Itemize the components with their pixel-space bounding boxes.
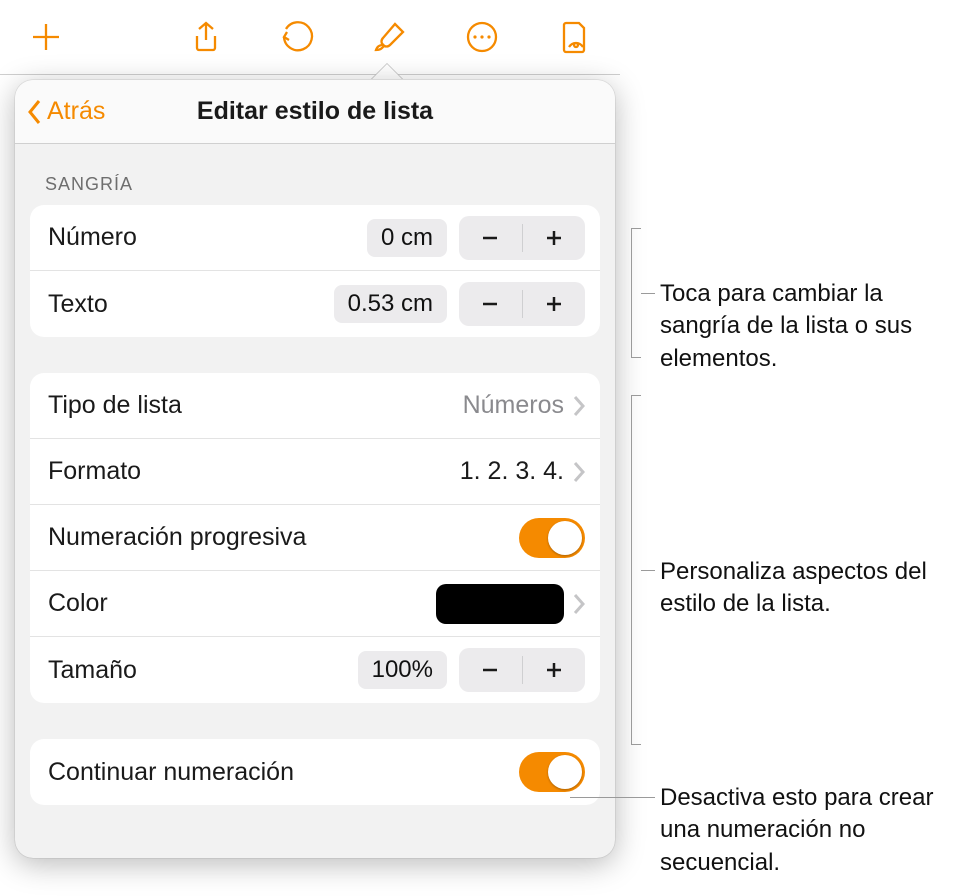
chevron-left-icon (25, 97, 45, 127)
row-continue: Continuar numeración (30, 739, 600, 805)
indent-card: Número 0 cm Texto 0.53 cm (30, 205, 600, 337)
color-swatch (436, 584, 564, 624)
add-button[interactable] (0, 0, 92, 74)
row-text-indent: Texto 0.53 cm (30, 271, 600, 337)
paintbrush-icon (373, 20, 407, 54)
progressive-label: Numeración progresiva (48, 523, 306, 552)
style-card: Tipo de lista Números Formato 1. 2. 3. 4… (30, 373, 600, 703)
text-indent-value[interactable]: 0.53 cm (334, 285, 447, 323)
callout-indent: Toca para cambiar la sangría de la lista… (660, 278, 950, 375)
number-indent-stepper (459, 216, 585, 260)
popover-header: Atrás Editar estilo de lista (15, 80, 615, 144)
back-label: Atrás (47, 97, 105, 126)
size-decrement[interactable] (459, 648, 522, 692)
text-indent-increment[interactable] (523, 282, 586, 326)
format-label: Formato (48, 457, 141, 486)
popover-pointer (371, 64, 403, 80)
row-number-indent: Número 0 cm (30, 205, 600, 271)
format-popover: Atrás Editar estilo de lista SANGRÍA Núm… (15, 80, 615, 858)
bracket-style-tail (641, 570, 655, 571)
text-indent-decrement[interactable] (459, 282, 522, 326)
bracket-indent (631, 228, 641, 358)
chevron-right-icon (572, 593, 585, 615)
leader-continue (570, 797, 655, 798)
row-format[interactable]: Formato 1. 2. 3. 4. (30, 439, 600, 505)
share-icon (189, 20, 223, 54)
app-toolbar (0, 0, 620, 75)
text-indent-stepper (459, 282, 585, 326)
back-button[interactable]: Atrás (15, 97, 105, 127)
bracket-style (631, 395, 641, 745)
more-icon (465, 20, 499, 54)
size-stepper (459, 648, 585, 692)
plus-icon (29, 20, 63, 54)
format-value: 1. 2. 3. 4. (460, 457, 564, 486)
section-header-indent: SANGRÍA (15, 144, 615, 205)
row-size: Tamaño 100% (30, 637, 600, 703)
continue-label: Continuar numeración (48, 758, 294, 787)
share-button[interactable] (160, 0, 252, 74)
list-type-value: Números (463, 391, 564, 420)
format-button[interactable] (344, 0, 436, 74)
row-list-type[interactable]: Tipo de lista Números (30, 373, 600, 439)
chevron-right-icon (572, 395, 585, 417)
undo-button[interactable] (252, 0, 344, 74)
number-indent-label: Número (48, 223, 137, 252)
callout-continue: Desactiva esto para crear una numeración… (660, 782, 950, 879)
row-color[interactable]: Color (30, 571, 600, 637)
size-value[interactable]: 100% (358, 651, 447, 689)
continue-card: Continuar numeración (30, 739, 600, 805)
color-label: Color (48, 589, 108, 618)
bracket-indent-tail (641, 293, 655, 294)
size-label: Tamaño (48, 656, 137, 685)
list-type-label: Tipo de lista (48, 391, 182, 420)
size-increment[interactable] (523, 648, 586, 692)
number-indent-increment[interactable] (523, 216, 586, 260)
chevron-right-icon (572, 461, 585, 483)
progressive-switch[interactable] (519, 518, 585, 558)
continue-switch[interactable] (519, 752, 585, 792)
document-view-button[interactable] (528, 0, 620, 74)
number-indent-decrement[interactable] (459, 216, 522, 260)
number-indent-value[interactable]: 0 cm (367, 219, 447, 257)
callout-style: Personaliza aspectos del estilo de la li… (660, 556, 950, 621)
more-button[interactable] (436, 0, 528, 74)
undo-icon (281, 20, 315, 54)
document-eye-icon (557, 20, 591, 54)
text-indent-label: Texto (48, 290, 108, 319)
row-progressive: Numeración progresiva (30, 505, 600, 571)
